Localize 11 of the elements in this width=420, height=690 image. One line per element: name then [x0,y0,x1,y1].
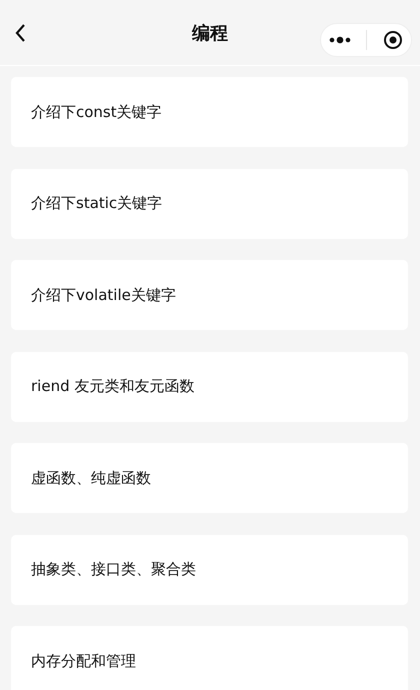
close-icon[interactable] [383,30,404,50]
back-icon[interactable] [14,22,26,42]
page-title: 编程 [192,22,228,44]
list-item[interactable]: riend 友元类和友元函数 [11,352,408,422]
more-icon[interactable] [328,36,351,44]
list-item[interactable]: 抽象类、接口类、聚合类 [11,534,408,604]
list-item[interactable]: 介绍下static关键字 [11,168,408,238]
list-item[interactable]: 介绍下const关键字 [11,77,408,147]
list-item[interactable]: 虚函数、纯虚函数 [11,443,408,513]
list-item[interactable]: 内存分配和管理 [11,626,408,690]
list-item[interactable]: 介绍下volatile关键字 [11,260,408,330]
